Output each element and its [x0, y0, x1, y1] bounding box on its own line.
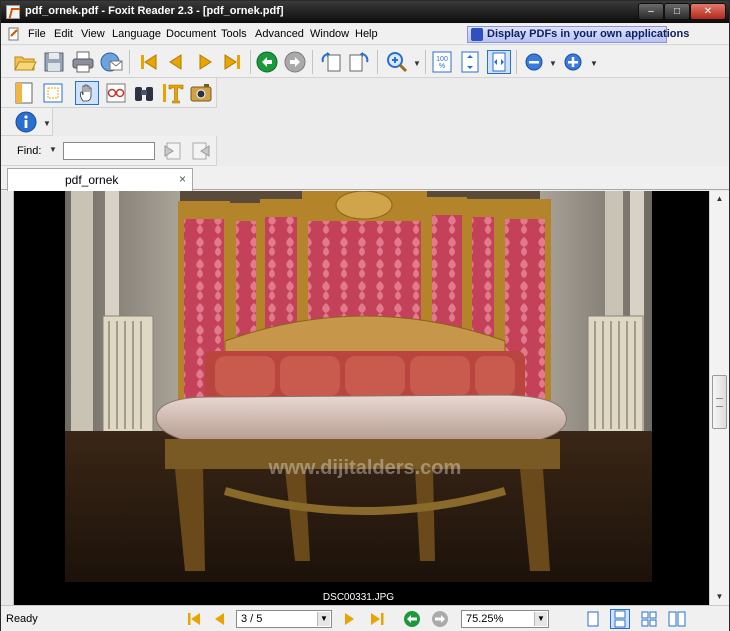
bookmark-panel-icon[interactable]	[12, 81, 36, 105]
last-page-icon[interactable]	[221, 50, 245, 74]
title-bar[interactable]: pdf_ornek.pdf - Foxit Reader 2.3 - [pdf_…	[1, 1, 729, 23]
maximize-button[interactable]: □	[664, 3, 690, 20]
find-previous-icon[interactable]	[161, 139, 185, 163]
promo-icon	[471, 28, 483, 41]
zoom-level-field[interactable]: 75.25% ▼	[461, 610, 549, 628]
menu-help[interactable]: Help	[355, 28, 378, 40]
document-menu-icon[interactable]	[7, 27, 21, 41]
menu-language[interactable]: Language	[112, 28, 161, 40]
info-icon[interactable]	[14, 110, 38, 134]
status-go-forward-icon[interactable]	[430, 609, 450, 629]
previous-page-icon[interactable]	[164, 50, 188, 74]
main-toolbar: ▼ 100 % ▼ ▼	[1, 46, 729, 78]
scroll-up-icon[interactable]: ▲	[710, 191, 729, 207]
hand-tool-icon[interactable]	[75, 81, 99, 105]
status-first-page-icon[interactable]	[184, 609, 204, 629]
foxit-reader-window: pdf_ornek.pdf - Foxit Reader 2.3 - [pdf_…	[0, 0, 730, 631]
palace-room-photo: www.dijitalders.com	[65, 191, 652, 582]
find-options-dropdown[interactable]: ▼	[49, 145, 57, 154]
select-text-icon[interactable]	[161, 81, 185, 105]
first-page-icon[interactable]	[136, 50, 160, 74]
menu-edit[interactable]: Edit	[54, 28, 73, 40]
text-select-glasses-icon[interactable]	[104, 81, 128, 105]
document-image: www.dijitalders.com	[65, 191, 652, 582]
print-icon[interactable]	[71, 50, 95, 74]
rotate-right-icon[interactable]	[347, 50, 371, 74]
zoom-out-icon[interactable]	[522, 50, 546, 74]
toolbar-separator	[250, 50, 251, 74]
tab-pdf-ornek[interactable]: pdf_ornek ×	[7, 168, 193, 191]
find-label: Find:	[17, 145, 42, 157]
go-forward-icon[interactable]	[283, 50, 307, 74]
snapshot-icon[interactable]	[189, 81, 213, 105]
status-next-page-icon[interactable]	[339, 609, 359, 629]
save-icon[interactable]	[42, 50, 66, 74]
menu-tools[interactable]: Tools	[221, 28, 247, 40]
rotate-left-icon[interactable]	[319, 50, 343, 74]
fit-page-icon[interactable]	[458, 50, 482, 74]
promo-text: Display PDFs in your own applications	[487, 28, 690, 40]
facing-view-icon[interactable]	[639, 609, 659, 629]
toolbar-separator	[516, 50, 517, 74]
page-number-field[interactable]: 3 / 5 ▼	[236, 610, 332, 628]
watermark-text: www.dijitalders.com	[268, 457, 462, 479]
find-next-icon[interactable]	[189, 139, 213, 163]
tab-label: pdf_ornek	[65, 173, 119, 187]
app-icon[interactable]	[6, 5, 20, 19]
single-page-view-icon[interactable]	[583, 609, 603, 629]
menu-view[interactable]: View	[81, 28, 105, 40]
find-binoculars-icon[interactable]	[132, 81, 156, 105]
svg-text:100: 100	[436, 56, 448, 63]
info-dropdown[interactable]: ▼	[43, 120, 51, 128]
find-input[interactable]	[63, 142, 155, 160]
email-icon[interactable]	[99, 50, 123, 74]
menu-document[interactable]: Document	[166, 28, 216, 40]
status-last-page-icon[interactable]	[367, 609, 387, 629]
page-number-value: 3 / 5	[241, 613, 263, 625]
continuous-facing-view-icon[interactable]	[667, 609, 687, 629]
svg-text:%: %	[439, 63, 445, 70]
zoom-out-dropdown[interactable]: ▼	[549, 60, 557, 68]
minimize-button[interactable]: –	[638, 3, 664, 20]
zoom-tool-dropdown[interactable]: ▼	[413, 60, 421, 68]
status-text: Ready	[6, 613, 38, 625]
image-caption: DSC00331.JPG	[322, 592, 395, 603]
scroll-thumb[interactable]	[712, 375, 727, 429]
window-title: pdf_ornek.pdf - Foxit Reader 2.3 - [pdf_…	[25, 5, 284, 17]
zoom-level-value: 75.25%	[466, 613, 504, 625]
select-area-icon[interactable]	[41, 81, 65, 105]
zoom-in-dropdown[interactable]: ▼	[590, 60, 598, 68]
toolbar-separator	[377, 50, 378, 74]
document-view[interactable]: www.dijitalders.com DSC00331.JPG	[1, 191, 709, 605]
info-toolbar: ▼	[1, 108, 53, 136]
go-back-icon[interactable]	[255, 50, 279, 74]
zoom-dropdown-icon[interactable]: ▼	[534, 612, 547, 626]
continuous-view-icon[interactable]	[610, 609, 630, 629]
close-button[interactable]: ✕	[690, 3, 726, 20]
open-icon[interactable]	[13, 50, 37, 74]
toolbar-separator	[129, 50, 130, 74]
zoom-in-icon[interactable]	[561, 50, 585, 74]
tools-toolbar	[1, 78, 217, 108]
zoom-in-tool-icon[interactable]	[385, 50, 409, 74]
status-go-back-icon[interactable]	[402, 609, 422, 629]
status-bar: Ready 3 / 5 ▼ 75.25% ▼	[1, 605, 729, 631]
actual-size-icon[interactable]: 100 %	[430, 50, 454, 74]
navigation-panel-edge[interactable]	[1, 191, 14, 605]
menu-file[interactable]: File	[28, 28, 46, 40]
scroll-down-icon[interactable]: ▼	[710, 589, 729, 605]
fit-width-icon[interactable]	[487, 50, 511, 74]
menu-advanced[interactable]: Advanced	[255, 28, 304, 40]
tab-close-icon[interactable]: ×	[179, 172, 186, 186]
status-previous-page-icon[interactable]	[210, 609, 230, 629]
page-dropdown-icon[interactable]: ▼	[317, 612, 330, 626]
toolbar-separator	[425, 50, 426, 74]
vertical-scrollbar[interactable]: ▲ ▼	[709, 191, 729, 605]
menu-window[interactable]: Window	[310, 28, 349, 40]
next-page-icon[interactable]	[193, 50, 217, 74]
promo-banner[interactable]: Display PDFs in your own applications	[467, 26, 689, 43]
toolbar-separator	[312, 50, 313, 74]
